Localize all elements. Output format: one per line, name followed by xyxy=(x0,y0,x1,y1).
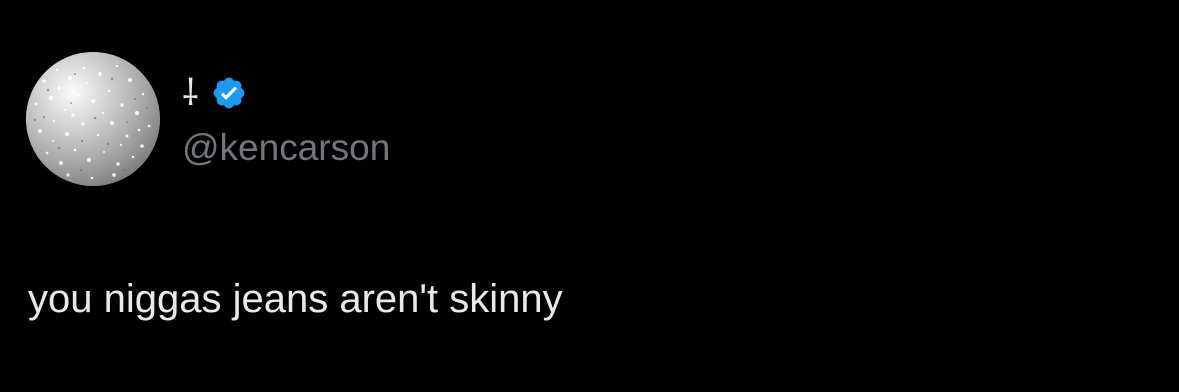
display-name[interactable]: ⸸ xyxy=(182,70,199,116)
verified-badge-icon[interactable] xyxy=(211,75,247,111)
author-name-row: ⸸ xyxy=(182,70,247,116)
author-handle[interactable]: @kencarson xyxy=(182,126,390,170)
glitter-avatar-icon xyxy=(26,52,160,186)
tweet-card: ⸸ @kencarson you niggas jeans aren't ski… xyxy=(0,0,1179,392)
tweet-text: you niggas jeans aren't skinny xyxy=(28,277,563,321)
avatar[interactable] xyxy=(26,52,160,186)
